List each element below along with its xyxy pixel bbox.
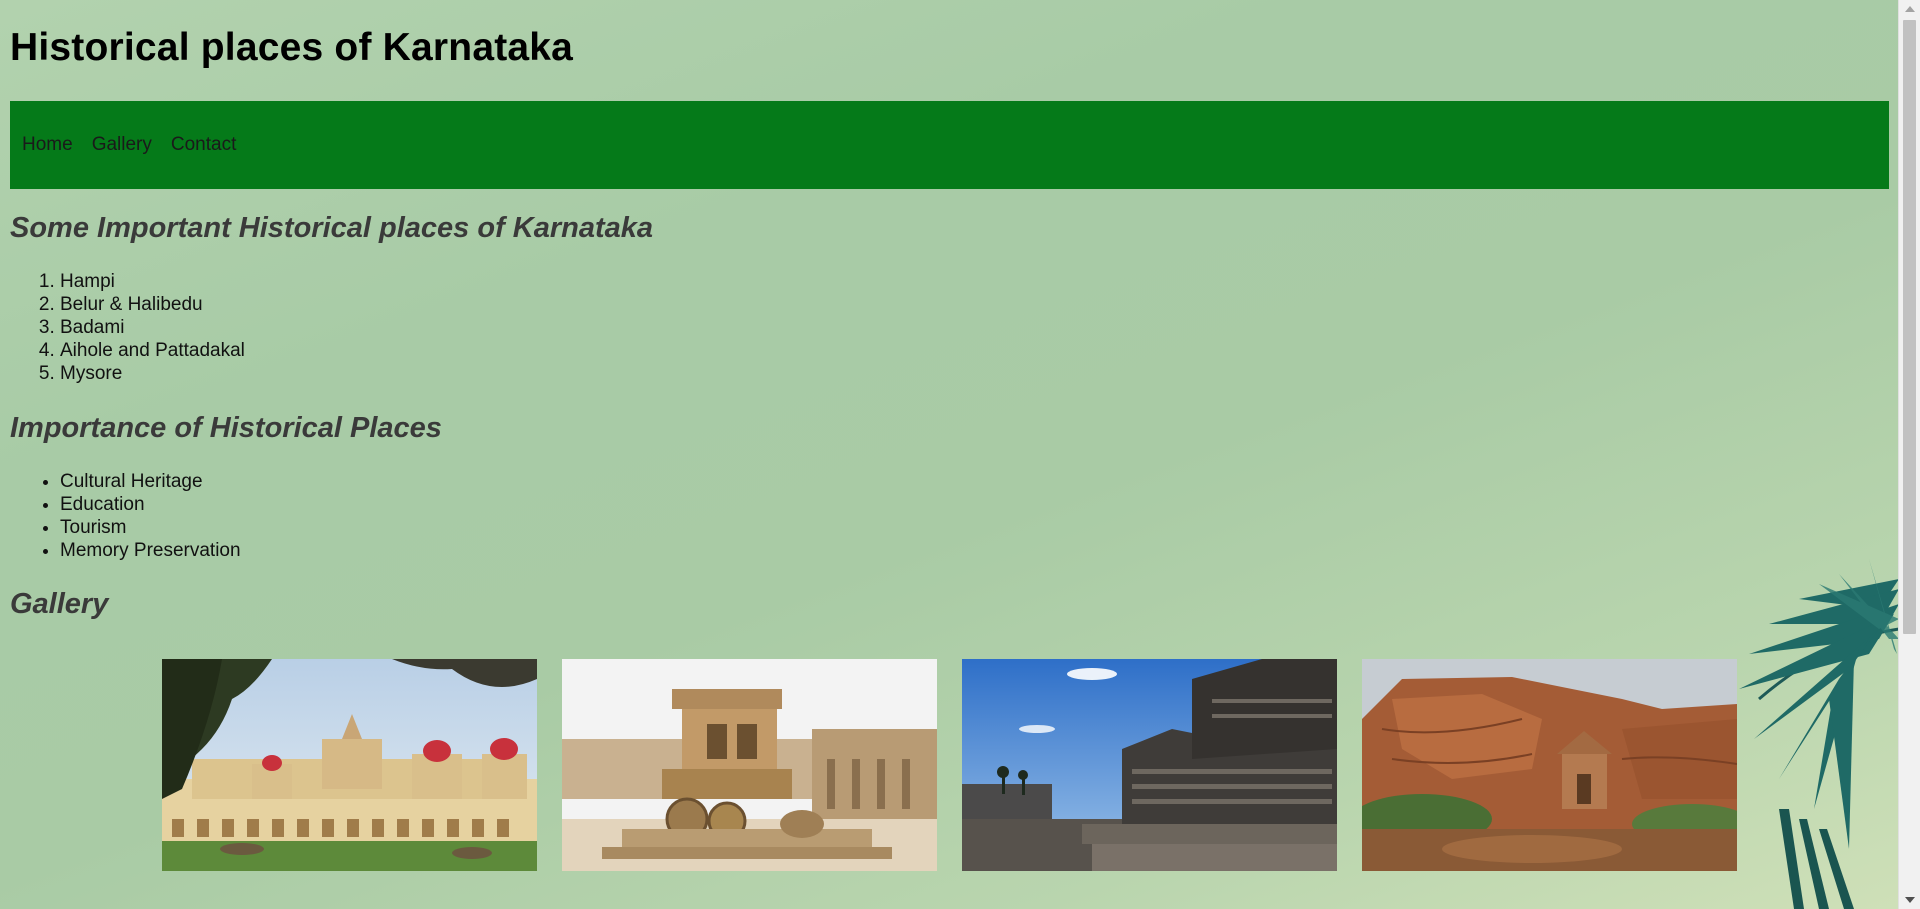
list-item: Education <box>60 493 241 516</box>
list-item: Aihole and Pattadakal <box>60 339 245 362</box>
places-list: Hampi Belur & Halibedu Badami Aihole and… <box>0 270 245 385</box>
nav-home-link[interactable]: Home <box>22 134 73 156</box>
hampi-stone-chariot-photo <box>562 659 937 871</box>
navbar: Home Gallery Contact <box>10 101 1889 189</box>
gallery <box>162 659 1737 871</box>
scroll-up-arrow-icon[interactable] <box>1905 6 1915 12</box>
places-heading: Some Important Historical places of Karn… <box>10 212 654 244</box>
page: Historical places of Karnataka Home Gall… <box>0 0 1899 909</box>
list-item: Tourism <box>60 516 241 539</box>
list-item: Memory Preservation <box>60 539 241 562</box>
scrollbar-thumb[interactable] <box>1903 20 1916 634</box>
list-item: Cultural Heritage <box>60 470 241 493</box>
mysore-palace-photo <box>162 659 537 871</box>
importance-list: Cultural Heritage Education Tourism Memo… <box>0 470 241 562</box>
nav-gallery-link[interactable]: Gallery <box>92 134 152 156</box>
importance-heading: Importance of Historical Places <box>10 412 442 444</box>
list-item: Mysore <box>60 362 245 385</box>
site-title: Historical places of Karnataka <box>10 26 574 69</box>
nav-contact-link[interactable]: Contact <box>171 134 236 156</box>
list-item: Belur & Halibedu <box>60 293 245 316</box>
list-item: Hampi <box>60 270 245 293</box>
gallery-heading: Gallery <box>10 588 109 620</box>
vertical-scrollbar[interactable] <box>1898 0 1920 909</box>
belur-halebidu-temple-photo <box>962 659 1337 871</box>
scroll-down-arrow-icon[interactable] <box>1905 897 1915 903</box>
list-item: Badami <box>60 316 245 339</box>
badami-cliff-temple-photo <box>1362 659 1737 871</box>
